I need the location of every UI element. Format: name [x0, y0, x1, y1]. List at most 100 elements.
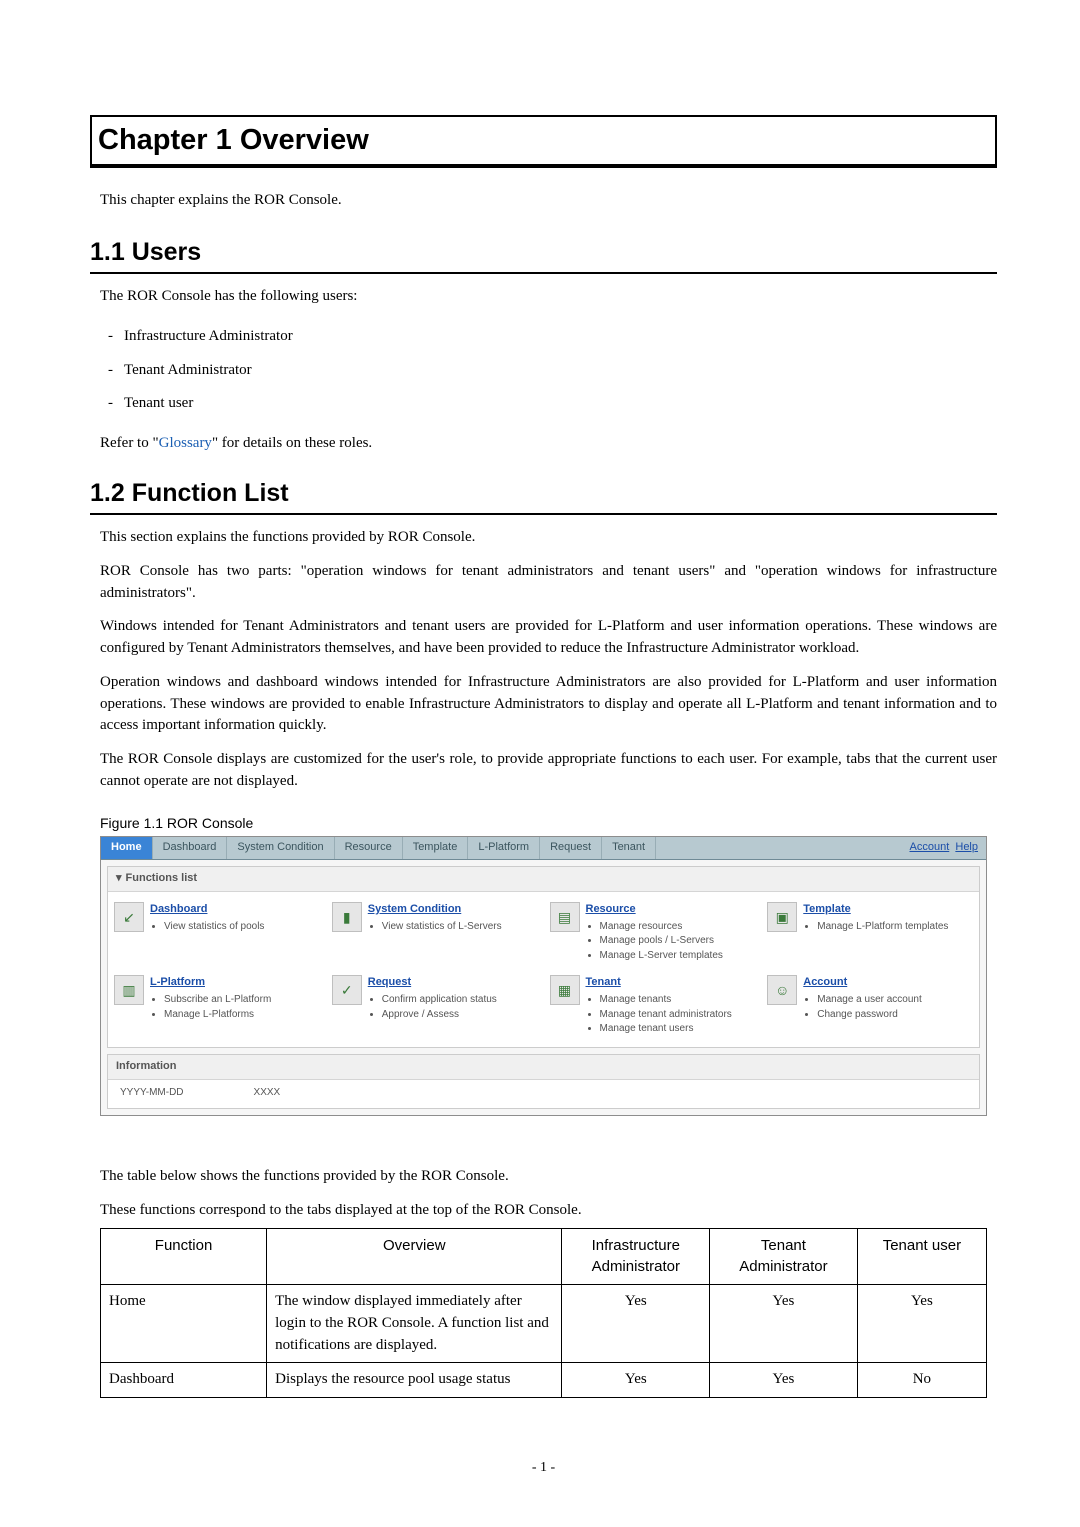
list-item: Tenant user: [100, 387, 997, 421]
td-overview: The window displayed immediately after l…: [267, 1285, 562, 1363]
tab-tenant[interactable]: Tenant: [602, 837, 656, 859]
fn-template: ▣ Template Manage L-Platform templates: [761, 898, 979, 971]
lplatform-icon: ▥: [114, 975, 144, 1005]
section-2-title: 1.2 Function List: [90, 475, 997, 515]
section-2-p5: The ROR Console displays are customized …: [100, 749, 997, 793]
ror-tabbar: Home Dashboard System Condition Resource…: [101, 837, 986, 860]
list-item: Tenant Administrator: [100, 354, 997, 388]
td-overview: Displays the resource pool usage status: [267, 1363, 562, 1398]
tenant-icon: ▦: [550, 975, 580, 1005]
after-figure-p7: These functions correspond to the tabs d…: [100, 1200, 997, 1222]
information-panel: Information YYYY-MM-DD XXXX: [107, 1054, 980, 1109]
account-help-links: Account Help: [902, 837, 987, 859]
td-function: Home: [101, 1285, 267, 1363]
server-icon: ▮: [332, 902, 362, 932]
info-text: XXXX: [254, 1086, 281, 1101]
refer-pre: Refer to ": [100, 435, 159, 451]
information-panel-header: Information: [108, 1055, 979, 1080]
chapter-title: Chapter 1 Overview: [90, 115, 997, 168]
td-tenant-user: No: [857, 1363, 986, 1398]
th-tenant-admin: Tenant Administrator: [710, 1228, 858, 1285]
account-link[interactable]: Account: [910, 841, 950, 853]
fn-bullet: Manage L-Platform templates: [817, 920, 973, 935]
refer-post: " for details on these roles.: [212, 435, 372, 451]
th-infra-admin: Infrastructure Administrator: [562, 1228, 710, 1285]
tab-dashboard[interactable]: Dashboard: [153, 837, 228, 859]
ror-console-figure: Home Dashboard System Condition Resource…: [100, 836, 987, 1116]
section-2-p1: This section explains the functions prov…: [100, 527, 997, 549]
fn-title-link[interactable]: L-Platform: [150, 975, 320, 991]
fn-request: ✓ Request Confirm application status App…: [326, 971, 544, 1044]
td-function: Dashboard: [101, 1363, 267, 1398]
tab-lplatform[interactable]: L-Platform: [468, 837, 540, 859]
functions-panel: Functions list ↙ Dashboard View statisti…: [107, 866, 980, 1048]
td-infra: Yes: [562, 1363, 710, 1398]
functions-table: Function Overview Infrastructure Adminis…: [100, 1228, 987, 1399]
section-2-p2: ROR Console has two parts: "operation wi…: [100, 561, 997, 605]
fn-bullet: Manage L-Platforms: [164, 1008, 320, 1023]
fn-bullet: Confirm application status: [382, 993, 538, 1008]
functions-panel-header[interactable]: Functions list: [108, 867, 979, 892]
chapter-intro: This chapter explains the ROR Console.: [100, 190, 997, 212]
section-1-lead: The ROR Console has the following users:: [100, 286, 997, 308]
th-overview: Overview: [267, 1228, 562, 1285]
fn-bullet: Change password: [817, 1008, 973, 1023]
td-tenant-admin: Yes: [710, 1285, 858, 1363]
fn-title-link[interactable]: Request: [368, 975, 538, 991]
td-tenant-user: Yes: [857, 1285, 986, 1363]
fn-bullet: View statistics of L-Servers: [382, 920, 538, 935]
fn-bullet: Manage a user account: [817, 993, 973, 1008]
td-tenant-admin: Yes: [710, 1363, 858, 1398]
tab-system-condition[interactable]: System Condition: [227, 837, 334, 859]
fn-bullet: Manage resources: [600, 920, 756, 935]
td-infra: Yes: [562, 1285, 710, 1363]
th-function: Function: [101, 1228, 267, 1285]
info-date: YYYY-MM-DD: [120, 1086, 184, 1101]
after-figure-p6: The table below shows the functions prov…: [100, 1166, 997, 1188]
fn-bullet: Manage pools / L-Servers: [600, 934, 756, 949]
fn-bullet: Manage L-Server templates: [600, 949, 756, 964]
fn-title-link[interactable]: Template: [803, 902, 973, 918]
tab-resource[interactable]: Resource: [335, 837, 403, 859]
template-icon: ▣: [767, 902, 797, 932]
fn-bullet: Manage tenant users: [600, 1022, 756, 1037]
users-list: Infrastructure Administrator Tenant Admi…: [100, 320, 997, 421]
fn-tenant: ▦ Tenant Manage tenants Manage tenant ad…: [544, 971, 762, 1044]
fn-system-condition: ▮ System Condition View statistics of L-…: [326, 898, 544, 971]
fn-title-link[interactable]: Tenant: [586, 975, 756, 991]
fn-title-link[interactable]: System Condition: [368, 902, 538, 918]
fn-title-link[interactable]: Dashboard: [150, 902, 320, 918]
tab-template[interactable]: Template: [403, 837, 469, 859]
fn-bullet: Subscribe an L-Platform: [164, 993, 320, 1008]
functions-panel-title: Functions list: [126, 872, 198, 884]
fn-bullet: Manage tenants: [600, 993, 756, 1008]
resource-icon: ▤: [550, 902, 580, 932]
fn-lplatform: ▥ L-Platform Subscribe an L-Platform Man…: [108, 971, 326, 1044]
tab-home[interactable]: Home: [101, 837, 153, 859]
section-1-title: 1.1 Users: [90, 234, 997, 274]
list-item: Infrastructure Administrator: [100, 320, 997, 354]
check-icon: ✓: [332, 975, 362, 1005]
section-2-p3: Windows intended for Tenant Administrato…: [100, 616, 997, 660]
help-link[interactable]: Help: [955, 841, 978, 853]
table-row: Dashboard Displays the resource pool usa…: [101, 1363, 987, 1398]
user-icon: ☺: [767, 975, 797, 1005]
fn-title-link[interactable]: Resource: [586, 902, 756, 918]
glossary-link[interactable]: Glossary: [159, 435, 212, 451]
fn-bullet: Approve / Assess: [382, 1008, 538, 1023]
fn-bullet: Manage tenant administrators: [600, 1008, 756, 1023]
chart-icon: ↙: [114, 902, 144, 932]
functions-grid: ↙ Dashboard View statistics of pools ▮ S…: [108, 892, 979, 1047]
fn-dashboard: ↙ Dashboard View statistics of pools: [108, 898, 326, 971]
tab-request[interactable]: Request: [540, 837, 602, 859]
section-2-p4: Operation windows and dashboard windows …: [100, 672, 997, 737]
table-row: Home The window displayed immediately af…: [101, 1285, 987, 1363]
fn-resource: ▤ Resource Manage resources Manage pools…: [544, 898, 762, 971]
page-number: - 1 -: [90, 1458, 997, 1478]
fn-bullet: View statistics of pools: [164, 920, 320, 935]
refer-line: Refer to "Glossary" for details on these…: [100, 433, 997, 455]
th-tenant-user: Tenant user: [857, 1228, 986, 1285]
fn-account: ☺ Account Manage a user account Change p…: [761, 971, 979, 1044]
fn-title-link[interactable]: Account: [803, 975, 973, 991]
figure-caption: Figure 1.1 ROR Console: [100, 813, 997, 833]
